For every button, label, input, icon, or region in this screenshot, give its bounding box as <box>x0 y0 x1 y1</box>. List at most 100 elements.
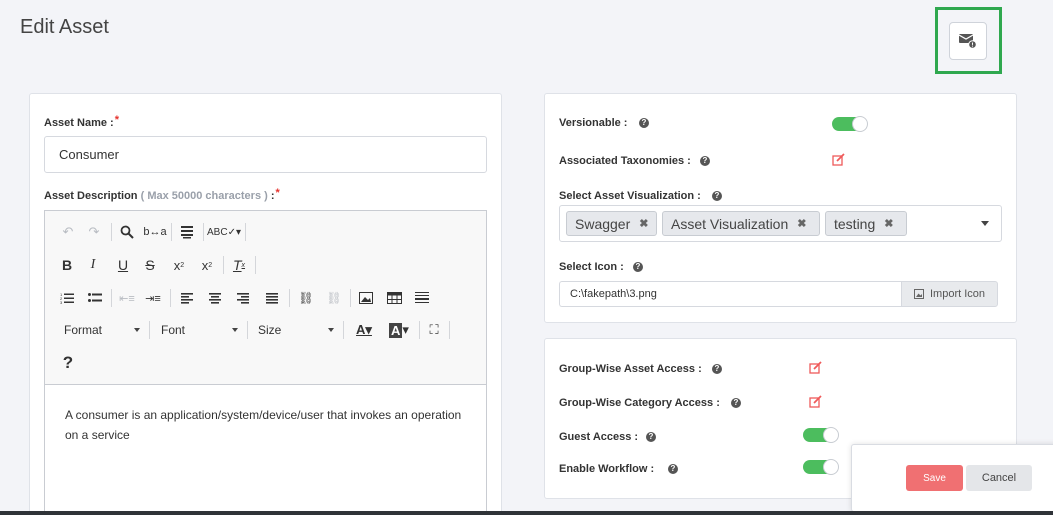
edit-icon[interactable] <box>832 153 846 167</box>
toolbar-separator <box>223 256 224 274</box>
import-icon-button[interactable]: Import Icon <box>901 281 998 307</box>
help-icon[interactable]: ? <box>668 464 678 474</box>
remove-tag-icon[interactable]: ✖ <box>797 217 806 230</box>
editor-content[interactable]: A consumer is an application/system/devi… <box>65 405 465 445</box>
mail-alert-icon <box>959 34 977 49</box>
maximize-icon[interactable]: ⛶ <box>426 319 442 341</box>
select-icon-label: Select Icon : <box>559 261 624 273</box>
asset-name-label: Asset Name :* <box>44 114 119 129</box>
size-dropdown-label: Size <box>258 323 282 337</box>
increase-indent-icon[interactable]: ⇥≡ <box>145 287 161 309</box>
asset-visualization-multiselect[interactable]: Swagger ✖ Asset Visualization ✖ testing ✖ <box>559 205 1002 242</box>
link-icon[interactable]: ⛓ <box>297 287 315 309</box>
toolbar-separator <box>203 223 204 241</box>
icon-file-path-field[interactable]: C:\fakepath\3.png <box>559 281 902 307</box>
action-footer: Save Cancel <box>851 444 1053 512</box>
rich-text-editor: ↶ ↷ b↔a ABC✓▾ B I U S x2 x2 Tx 123 ⇤≡ ⇥≡ <box>44 210 487 515</box>
size-dropdown[interactable]: Size <box>258 319 334 341</box>
save-button[interactable]: Save <box>906 465 963 491</box>
tag-label: Asset Visualization <box>671 215 789 232</box>
svg-text:3: 3 <box>60 300 63 304</box>
tag-testing: testing ✖ <box>825 211 907 236</box>
background-color-icon[interactable]: A ▾ <box>386 319 412 341</box>
cancel-button[interactable]: Cancel <box>966 465 1032 491</box>
toolbar-separator <box>111 289 112 307</box>
table-icon[interactable] <box>386 287 402 309</box>
enable-workflow-toggle[interactable] <box>803 459 839 475</box>
edit-icon[interactable] <box>809 395 823 409</box>
unlink-icon[interactable]: ⛓ <box>325 287 343 309</box>
toolbar-separator <box>289 289 290 307</box>
help-icon[interactable]: ? <box>731 398 741 408</box>
associated-taxonomies-label: Associated Taxonomies : <box>559 155 691 167</box>
help-icon[interactable]: ? <box>60 352 76 374</box>
max-characters-hint: ( Max 50000 characters ) <box>140 190 268 202</box>
edit-icon[interactable] <box>809 361 823 375</box>
bullet-list-icon[interactable] <box>87 287 103 309</box>
remove-format-icon[interactable]: Tx <box>230 254 248 276</box>
superscript-icon[interactable]: x2 <box>198 254 216 276</box>
toolbar-separator <box>111 223 112 241</box>
guest-access-label: Guest Access : <box>559 431 639 443</box>
help-icon[interactable]: ? <box>700 156 710 166</box>
bottom-bar <box>0 511 1053 515</box>
notification-settings-button[interactable] <box>949 22 987 60</box>
chevron-down-icon[interactable] <box>981 221 989 226</box>
toolbar-separator <box>171 223 172 241</box>
align-right-icon[interactable] <box>236 287 250 309</box>
highlighted-action-frame <box>935 7 1002 74</box>
font-dropdown-label: Font <box>161 323 186 337</box>
italic-icon[interactable]: I <box>85 254 101 276</box>
toggle-knob <box>823 459 839 475</box>
asset-name-input[interactable]: Consumer <box>44 136 487 173</box>
toolbar-separator <box>419 321 420 339</box>
toolbar-separator <box>247 321 248 339</box>
guest-access-toggle[interactable] <box>803 427 839 443</box>
format-dropdown[interactable]: Format <box>64 319 140 341</box>
help-icon[interactable]: ? <box>646 432 656 442</box>
replace-icon[interactable]: b↔a <box>143 221 166 243</box>
numbered-list-icon[interactable]: 123 <box>59 287 75 309</box>
redo-icon[interactable]: ↷ <box>85 221 103 243</box>
undo-icon[interactable]: ↶ <box>59 221 77 243</box>
justify-icon[interactable] <box>265 287 279 309</box>
remove-tag-icon[interactable]: ✖ <box>639 217 648 230</box>
font-dropdown[interactable]: Font <box>161 319 238 341</box>
align-left-icon[interactable] <box>180 287 194 309</box>
bold-icon[interactable]: B <box>59 254 75 276</box>
versionable-toggle[interactable] <box>832 116 868 132</box>
help-icon[interactable]: ? <box>639 118 649 128</box>
toolbar-separator <box>149 321 150 339</box>
remove-tag-icon[interactable]: ✖ <box>884 217 893 230</box>
toolbar-separator <box>245 223 246 241</box>
help-icon[interactable]: ? <box>712 364 722 374</box>
help-icon[interactable]: ? <box>712 191 722 201</box>
horizontal-line-icon[interactable] <box>414 287 430 309</box>
spellcheck-icon[interactable]: ABC✓▾ <box>207 221 241 243</box>
find-icon[interactable] <box>117 221 137 243</box>
chevron-down-icon <box>134 328 140 332</box>
page-title: Edit Asset <box>20 16 109 38</box>
toolbar-separator <box>350 289 351 307</box>
asset-visualization-label: Select Asset Visualization : <box>559 190 701 202</box>
toolbar-separator <box>255 256 256 274</box>
editor-toolbar: ↶ ↷ b↔a ABC✓▾ B I U S x2 x2 Tx 123 ⇤≡ ⇥≡ <box>45 211 486 385</box>
tag-asset-visualization: Asset Visualization ✖ <box>662 211 820 236</box>
required-marker: * <box>114 114 119 126</box>
underline-icon[interactable]: U <box>115 254 131 276</box>
text-color-icon[interactable]: A▾ <box>351 319 377 341</box>
strikethrough-icon[interactable]: S <box>142 254 158 276</box>
align-center-icon[interactable] <box>208 287 222 309</box>
enable-workflow-label: Enable Workflow : <box>559 463 655 475</box>
subscript-icon[interactable]: x2 <box>170 254 188 276</box>
toolbar-separator <box>170 289 171 307</box>
label-suffix: : <box>267 190 275 202</box>
chevron-down-icon <box>328 328 334 332</box>
decrease-indent-icon[interactable]: ⇤≡ <box>119 287 135 309</box>
toggle-knob <box>823 427 839 443</box>
group-category-access-label: Group-Wise Category Access : <box>559 397 720 409</box>
image-icon[interactable] <box>358 287 374 309</box>
help-icon[interactable]: ? <box>633 262 643 272</box>
asset-description-label: Asset Description ( Max 50000 characters… <box>44 187 280 202</box>
select-all-icon[interactable] <box>177 221 197 243</box>
